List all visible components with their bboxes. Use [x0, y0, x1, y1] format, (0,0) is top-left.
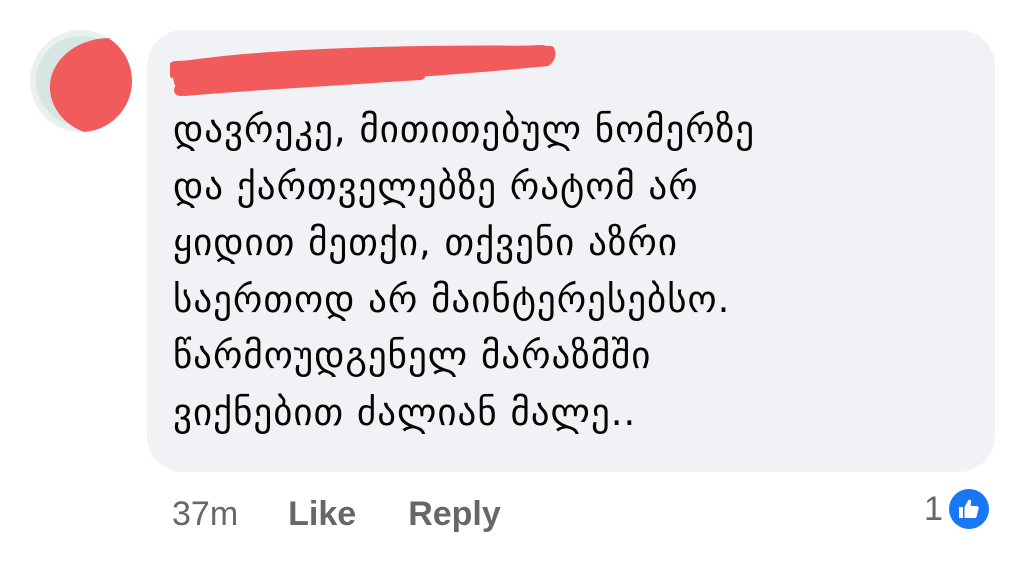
- comment-line: დავრეკე, მითითებულ ნომერზე: [173, 108, 756, 151]
- comment-actions: 37m Like Reply: [172, 487, 553, 541]
- reply-button[interactable]: Reply: [408, 495, 501, 534]
- comment-line: საერთოდ არ მაინტერესებსო.: [173, 277, 731, 321]
- reaction-count: 1: [924, 489, 943, 528]
- avatar[interactable]: [30, 30, 132, 132]
- reaction-summary[interactable]: 1: [924, 486, 989, 532]
- comment-line: და ქართველებზე რატომ არ: [173, 164, 699, 208]
- thumbs-up-icon: [948, 489, 989, 529]
- comment: დავრეკე, მითითებულ ნომერზე და ქართველებზ…: [0, 0, 1024, 563]
- comment-line: ვიქნებით ძალიან მალე..: [173, 390, 637, 434]
- comment-timestamp[interactable]: 37m: [172, 495, 238, 534]
- author[interactable]: [170, 40, 560, 100]
- comment-line: წარმოუდგენელ მარაზმში: [173, 334, 652, 377]
- comment-line: ყიდით მეთქი, თქვენი აზრი: [173, 221, 678, 264]
- comment-text: დავრეკე, მითითებულ ნომერზე და ქართველებზ…: [173, 102, 973, 441]
- like-button[interactable]: Like: [288, 495, 356, 534]
- author-name-redaction: [170, 45, 556, 96]
